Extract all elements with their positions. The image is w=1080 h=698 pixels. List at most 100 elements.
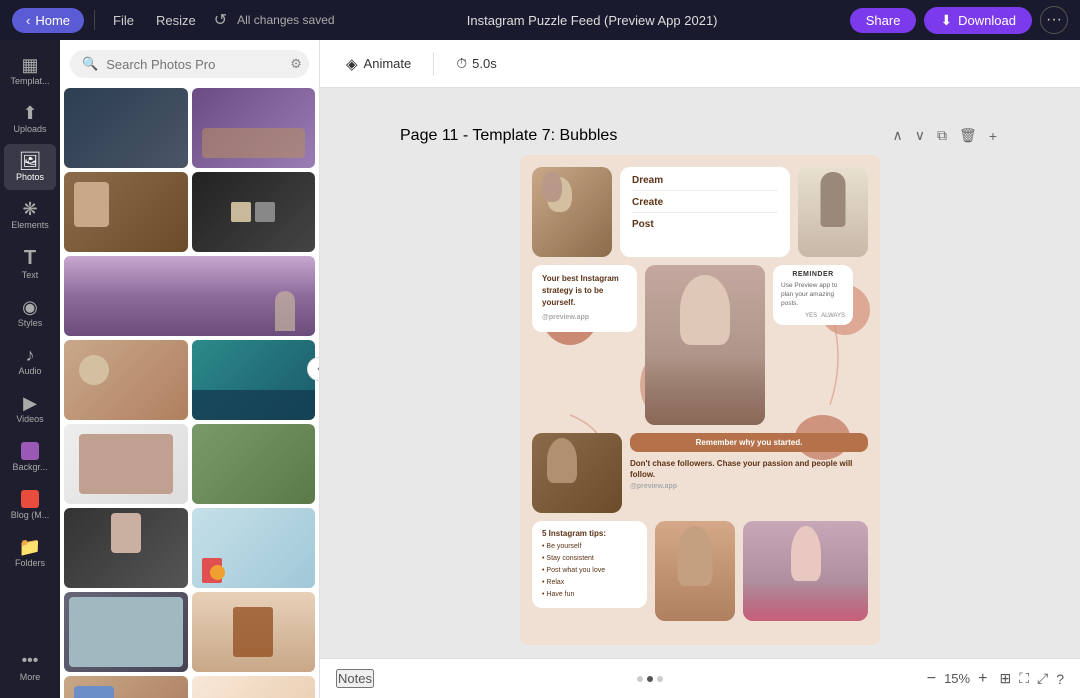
page-copy[interactable]: ⧉	[934, 124, 950, 147]
tpl-top-row: Dream Create Post	[532, 167, 868, 257]
time-button[interactable]: ⏱ 5.0s	[446, 49, 507, 78]
elements-icon: ❋	[22, 200, 37, 218]
template-card[interactable]: Dream Create Post	[520, 155, 880, 645]
download-button[interactable]: ⬇ Download	[924, 7, 1032, 34]
sidebar-item-styles[interactable]: ◉ Styles	[4, 290, 56, 336]
zoom-in-button[interactable]: +	[978, 670, 987, 688]
more-icon: •••	[22, 652, 39, 670]
tpl-text-block: Dream Create Post	[620, 167, 790, 257]
page-dots	[637, 676, 663, 682]
page11-section: Page 11 - Template 7: Bubbles ∧ ∨ ⧉ 🗑 +	[360, 124, 1040, 645]
sidebar-item-templates[interactable]: ▦ Templat...	[4, 48, 56, 94]
tpl-chase-text: Don't chase followers. Chase your passio…	[630, 458, 868, 492]
page11-label-row: Page 11 - Template 7: Bubbles ∧ ∨ ⧉ 🗑 +	[360, 124, 1040, 147]
topbar-right: Share ⬇ Download ···	[850, 6, 1068, 34]
file-button[interactable]: File	[105, 9, 142, 32]
chevron-left-icon: ‹	[26, 13, 30, 28]
list-item[interactable]	[192, 676, 316, 698]
tpl-quote-handle: @preview.app	[542, 313, 627, 324]
home-button[interactable]: ‹ Home	[12, 8, 84, 33]
text-icon: T	[24, 248, 36, 268]
tpl-tips-box: 5 Instagram tips: • Be yourself • Stay c…	[532, 521, 647, 608]
list-item[interactable]	[64, 340, 188, 420]
grid-view-button[interactable]: ⊞	[999, 670, 1011, 687]
sidebar-item-audio[interactable]: ♪ Audio	[4, 338, 56, 384]
list-item[interactable]	[192, 424, 316, 504]
topbar: ‹ Home File Resize ↺ All changes saved I…	[0, 0, 1080, 40]
search-bar: 🔍 ⚙	[70, 50, 309, 78]
zoom-out-button[interactable]: −	[927, 670, 936, 688]
photos-icon: 🖼	[19, 152, 42, 170]
tpl-reminder-yes[interactable]: YES	[805, 313, 817, 319]
list-item[interactable]	[64, 172, 188, 252]
bottom-center	[386, 676, 915, 682]
saved-status: All changes saved	[237, 13, 334, 27]
page-dot	[637, 676, 643, 682]
list-item[interactable]	[192, 508, 316, 588]
fit-button[interactable]: ⛶	[1019, 670, 1029, 687]
page-dot	[657, 676, 663, 682]
sidebar-item-elements[interactable]: ❋ Elements	[4, 192, 56, 238]
page-delete[interactable]: 🗑	[956, 124, 980, 147]
page-add[interactable]: +	[986, 125, 1000, 147]
bottom-right: − 15% + ⊞ ⛶ ⤢ ?	[927, 670, 1064, 688]
toolbar-divider	[433, 52, 434, 76]
photo-grid	[60, 84, 319, 698]
canvas-scroll[interactable]: Page 11 - Template 7: Bubbles ∧ ∨ ⧉ 🗑 +	[320, 88, 1080, 658]
tpl-tips-content: • Be yourself • Stay consistent • Post w…	[542, 541, 637, 600]
tpl-man-photo	[532, 433, 622, 513]
undo-icon[interactable]: ↺	[214, 10, 227, 30]
blog-icon	[21, 490, 39, 508]
list-item[interactable]	[64, 88, 188, 168]
tpl-tips-title: 5 Instagram tips:	[542, 529, 637, 538]
filter-icon[interactable]: ⚙	[290, 56, 302, 72]
notes-button[interactable]: Notes	[336, 669, 374, 688]
sidebar-item-photos[interactable]: 🖼 Photos	[4, 144, 56, 190]
page-chevron-up[interactable]: ∧	[890, 124, 906, 147]
tpl-post: Post	[632, 219, 778, 230]
tpl-reminder-always[interactable]: ALWAYS	[821, 313, 845, 319]
bottom-bar: Notes − 15% + ⊞ ⛶ ⤢ ?	[320, 658, 1080, 698]
sidebar-item-text[interactable]: T Text	[4, 240, 56, 288]
styles-icon: ◉	[22, 298, 38, 316]
list-item[interactable]	[64, 592, 188, 672]
sidebar-item-more[interactable]: ••• More	[16, 644, 45, 690]
search-input[interactable]	[106, 57, 282, 72]
list-item[interactable]	[192, 592, 316, 672]
list-item[interactable]	[64, 676, 188, 698]
sidebar-item-blog[interactable]: Blog (M...	[4, 482, 56, 528]
tpl-right-col: Remember why you started. Don't chase fo…	[630, 433, 868, 492]
topbar-title: Instagram Puzzle Feed (Preview App 2021)	[343, 13, 842, 28]
videos-icon: ▶	[23, 394, 37, 412]
sidebar-item-background[interactable]: Backgr...	[4, 434, 56, 480]
tpl-bottom-row: 5 Instagram tips: • Be yourself • Stay c…	[532, 521, 868, 621]
topbar-divider	[94, 10, 95, 30]
tpl-main-photo	[645, 265, 765, 425]
folders-icon: 📁	[19, 538, 41, 556]
animate-button[interactable]: ◈ Animate	[336, 49, 421, 79]
tpl-couple-photo	[532, 167, 612, 257]
page-chevron-down[interactable]: ∨	[912, 124, 928, 147]
main-layout: ▦ Templat... ⬆ Uploads 🖼 Photos ❋ Elemen…	[0, 40, 1080, 698]
list-item[interactable]	[192, 340, 316, 420]
more-options-button[interactable]: ···	[1040, 6, 1068, 34]
list-item[interactable]	[64, 508, 188, 588]
uploads-icon: ⬆	[22, 104, 37, 122]
tpl-reminder-title: REMINDER	[781, 271, 845, 278]
list-item[interactable]	[192, 172, 316, 252]
list-item[interactable]	[192, 88, 316, 168]
help-button[interactable]: ?	[1056, 671, 1064, 687]
page11-actions: ∧ ∨ ⧉ 🗑 +	[890, 124, 1000, 147]
tpl-remember-btn: Remember why you started.	[630, 433, 868, 452]
sidebar-item-folders[interactable]: 📁 Folders	[4, 530, 56, 576]
fullscreen-button[interactable]: ⤢	[1037, 670, 1048, 687]
photos-panel: 🔍 ⚙	[60, 40, 320, 698]
sidebar-item-videos[interactable]: ▶ Videos	[4, 386, 56, 432]
list-item[interactable]	[64, 256, 315, 336]
list-item[interactable]	[64, 424, 188, 504]
canvas-area: ◈ Animate ⏱ 5.0s P	[320, 40, 1080, 698]
zoom-level: 15%	[944, 671, 970, 686]
share-button[interactable]: Share	[850, 8, 917, 33]
resize-button[interactable]: Resize	[148, 9, 204, 32]
sidebar-item-uploads[interactable]: ⬆ Uploads	[4, 96, 56, 142]
